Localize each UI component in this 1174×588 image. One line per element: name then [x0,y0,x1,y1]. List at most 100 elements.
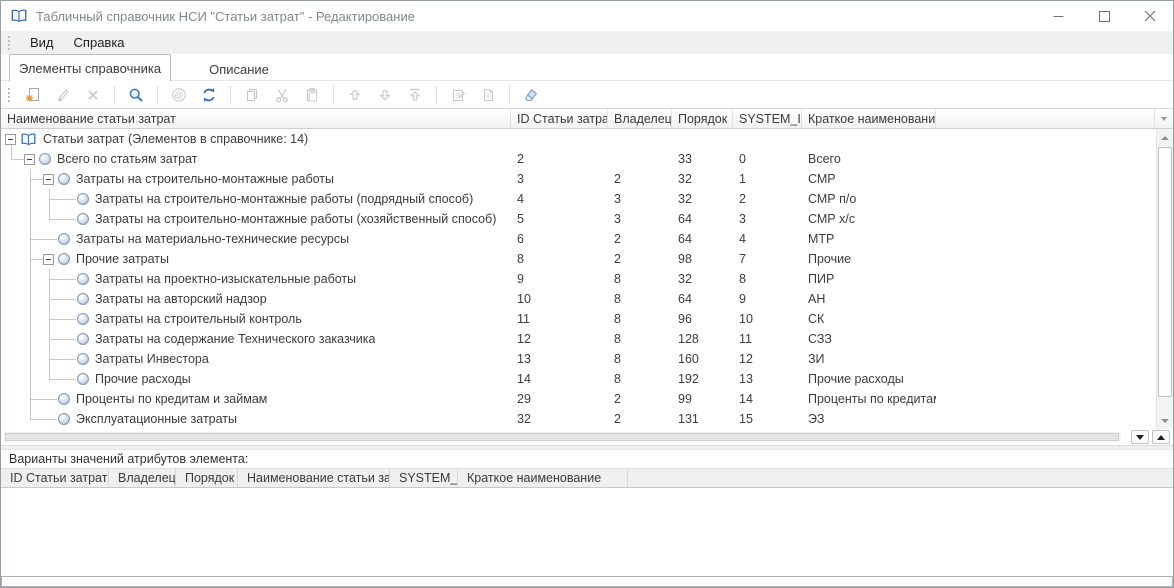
attr-column-header-filler [628,469,1173,487]
tree-item-label: Эксплуатационные затраты [76,412,237,426]
table-row[interactable]: Эксплуатационные затраты32213115ЭЗ [1,409,1156,429]
column-header-order[interactable]: Порядок [672,109,733,128]
column-header-name[interactable]: Наименование статьи затрат [1,109,511,128]
table-row[interactable]: Затраты на строительно-монтажные работы … [1,189,1156,209]
column-header-short-name[interactable]: Краткое наименование [802,109,936,128]
table-row[interactable]: Затраты на авторский надзор108649АН [1,289,1156,309]
row-up-button[interactable] [1152,430,1170,444]
column-header-system-id[interactable]: SYSTEM_ID [733,109,802,128]
grid-cell: 160 [672,352,733,366]
page-edit-icon [450,87,466,103]
menu-view[interactable]: Вид [20,35,64,50]
clear-button[interactable] [518,83,544,107]
grid-cell: 2 [511,152,608,166]
tree-expander-icon[interactable] [5,134,16,145]
paste-button[interactable] [299,83,325,107]
close-button[interactable] [1127,1,1173,31]
table-row[interactable]: Затраты на строительный контроль1189610С… [1,309,1156,329]
grid-cell: Прочие расходы [802,372,936,386]
column-menu-button[interactable] [1154,109,1173,128]
search-button[interactable] [123,83,149,107]
tree-rows: Статьи затрат (Элементов в справочнике: … [1,129,1156,429]
attr-column-header-owner[interactable]: Владелец [109,469,176,487]
cost-items-tree-grid: Наименование статьи затрат ID Статьи зат… [1,108,1173,445]
table-row[interactable]: Прочие расходы14819213Прочие расходы [1,369,1156,389]
vertical-scrollbar[interactable] [1156,129,1173,429]
grid-cell: 13 [511,352,608,366]
attr-column-header-name[interactable]: Наименование статьи затрат [238,469,390,487]
grid-cell: ПИР [802,272,936,286]
sphere-icon [77,353,89,365]
table-row[interactable]: Прочие затраты82987Прочие [1,249,1156,269]
maximize-button[interactable] [1081,1,1127,31]
grid-cell: СК [802,312,936,326]
tree-name-cell: Затраты на строительный контроль [1,312,511,326]
table-row[interactable]: Затраты Инвестора13816012ЗИ [1,349,1156,369]
title-bar: Табличный справочник НСИ "Статьи затрат"… [1,1,1173,31]
toolbar-separator [436,86,437,103]
scroll-down-button[interactable] [1157,412,1173,429]
toolbar-separator [230,86,231,103]
grid-cell: 13 [733,372,802,386]
grid-cell: 64 [672,212,733,226]
table-row[interactable]: Затраты на строительно-монтажные работы3… [1,169,1156,189]
attr-column-header-short-name[interactable]: Краткое наименование [458,469,628,487]
grid-cell: 192 [672,372,733,386]
table-row[interactable]: Затраты на проектно-изыскательные работы… [1,269,1156,289]
minimize-button[interactable] [1035,1,1081,31]
attr-column-header-system-id[interactable]: SYSTEM_ID [390,469,458,487]
horizontal-scrollbar-thumb[interactable] [5,433,1119,441]
row-down-button[interactable] [1131,430,1149,444]
grid-cell: 8 [511,252,608,266]
edit-element-button[interactable] [50,83,76,107]
grid-cell: 11 [733,332,802,346]
cut-button[interactable] [269,83,295,107]
attr-column-header-id[interactable]: ID Статьи затрат [1,469,109,487]
move-up-button[interactable] [342,83,368,107]
edit-card-button[interactable] [445,83,471,107]
refresh-button[interactable] [196,83,222,107]
column-header-id[interactable]: ID Статьи затрат [511,109,608,128]
view-card-button[interactable] [475,83,501,107]
eraser-icon [523,87,539,103]
grid-cell: СМР [802,172,936,186]
move-to-top-button[interactable] [402,83,428,107]
search-by-code-button[interactable]: @ [166,83,192,107]
menu-bar: Вид Справка [1,31,1173,54]
tree-expander-icon[interactable] [24,154,35,165]
app-window: Табличный справочник НСИ "Статьи затрат"… [0,0,1174,588]
sphere-icon [58,173,70,185]
table-row[interactable]: Затраты на строительно-монтажные работы … [1,209,1156,229]
table-row[interactable]: Проценты по кредитам и займам2929914Проц… [1,389,1156,409]
sphere-icon [77,373,89,385]
column-header-owner[interactable]: Владелец [608,109,672,128]
grid-cell: 98 [672,252,733,266]
tab-description[interactable]: Описание [183,57,295,81]
table-row[interactable]: Затраты на материально-технические ресур… [1,229,1156,249]
tree-expander-icon[interactable] [43,174,54,185]
tab-dictionary-elements[interactable]: Элементы справочника [9,54,171,81]
table-row[interactable]: Статьи затрат (Элементов в справочнике: … [1,129,1156,149]
tree-item-label: Затраты на содержание Технического заказ… [95,332,375,346]
svg-text:@: @ [174,90,183,100]
vertical-scrollbar-thumb[interactable] [1158,147,1172,397]
tree-name-cell: Затраты Инвестора [1,352,511,366]
sphere-icon [58,233,70,245]
move-down-button[interactable] [372,83,398,107]
scroll-up-button[interactable] [1157,129,1173,146]
grid-cell: 9 [511,272,608,286]
grid-cell: ЭЗ [802,412,936,426]
arrow-top-icon [407,87,423,103]
grid-cell: 2 [608,172,672,186]
sphere-icon [58,253,70,265]
tree-expander-icon[interactable] [43,254,54,265]
add-element-button[interactable] [20,83,46,107]
horizontal-scrollbar[interactable] [4,432,1121,442]
copy-button[interactable] [239,83,265,107]
table-row[interactable]: Всего по статьям затрат2330Всего [1,149,1156,169]
magnifier-icon [128,87,144,103]
table-row[interactable]: Затраты на содержание Технического заказ… [1,329,1156,349]
attr-column-header-order[interactable]: Порядок [176,469,238,487]
delete-element-button[interactable] [80,83,106,107]
menu-help[interactable]: Справка [64,35,135,50]
